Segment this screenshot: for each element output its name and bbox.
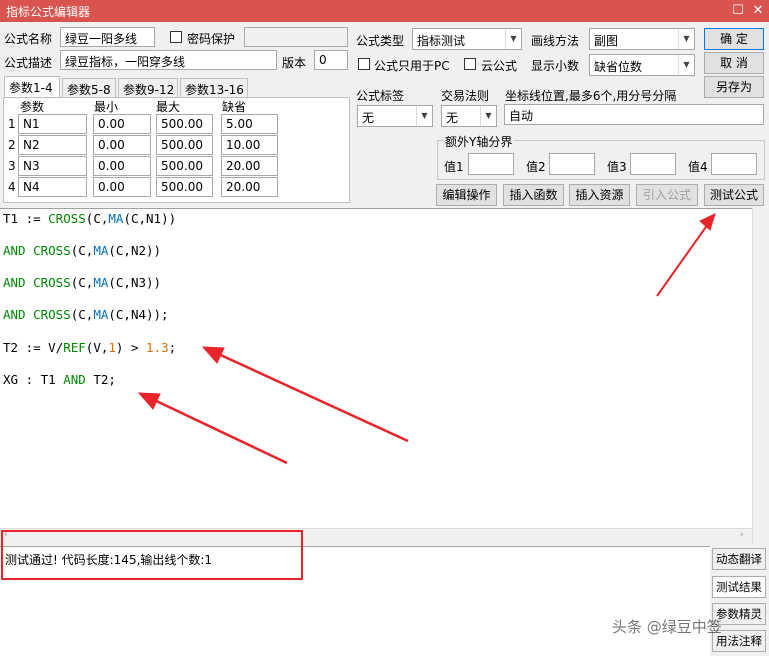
watermark: 头条 @绿豆中签: [612, 618, 722, 636]
annotation-arrows: [137, 213, 716, 465]
arrow-to-xg-line: [137, 392, 288, 465]
arrow-to-t2-line: [201, 346, 409, 443]
arrow-to-test-button: [656, 213, 716, 297]
